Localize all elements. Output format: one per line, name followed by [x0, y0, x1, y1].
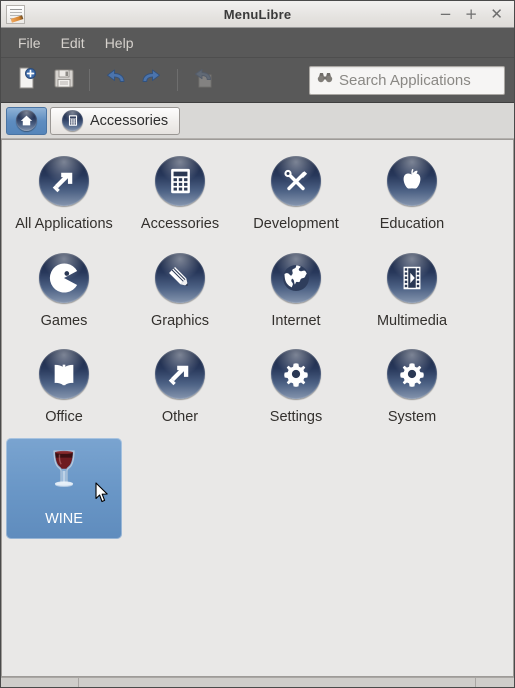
revert-icon — [190, 66, 216, 95]
gear-icon — [271, 349, 321, 400]
revert-button[interactable] — [186, 63, 220, 97]
window-controls: − + ✕ — [439, 6, 514, 22]
arrow-up-right-icon — [39, 156, 89, 206]
menu-edit[interactable]: Edit — [53, 32, 93, 54]
redo-arrow-icon — [139, 66, 165, 95]
category-label: Multimedia — [376, 312, 448, 329]
category-label: Graphics — [150, 312, 210, 329]
film-strip-play-icon — [387, 252, 437, 303]
category-grid-area: All Applications Accessories Development… — [1, 139, 514, 677]
category-games[interactable]: Games — [6, 245, 122, 342]
category-label: All Applications — [15, 216, 113, 232]
category-label: System — [387, 409, 437, 426]
breadcrumb: Accessories — [1, 103, 514, 139]
open-book-icon — [39, 349, 89, 400]
category-label: Development — [253, 216, 339, 232]
category-accessories[interactable]: Accessories — [122, 148, 238, 245]
category-settings[interactable]: Settings — [238, 341, 354, 438]
search-input[interactable]: Search Applications — [309, 65, 505, 95]
category-label: Accessories — [140, 216, 220, 232]
category-label: Office — [45, 409, 83, 426]
category-grid: All Applications Accessories Development… — [2, 140, 513, 540]
category-internet[interactable]: Internet — [238, 245, 354, 342]
category-other[interactable]: Other — [122, 341, 238, 438]
category-label: Games — [40, 312, 88, 329]
gear-icon — [387, 349, 437, 400]
status-segment-main — [79, 678, 476, 687]
maximize-button[interactable]: + — [465, 6, 478, 22]
floppy-disk-save-icon — [52, 66, 76, 95]
status-bar — [1, 677, 514, 687]
category-label: Settings — [269, 409, 323, 426]
status-segment-right — [476, 678, 514, 687]
breadcrumb-accessories-label: Accessories — [90, 112, 169, 129]
menulibre-icon — [6, 4, 25, 24]
tools-cross-icon — [271, 156, 321, 206]
status-segment-left — [1, 678, 79, 687]
breadcrumb-home[interactable] — [6, 106, 47, 135]
category-multimedia[interactable]: Multimedia — [354, 245, 470, 342]
binoculars-icon — [317, 71, 333, 89]
category-all-applications[interactable]: All Applications — [6, 148, 122, 245]
category-graphics[interactable]: Graphics — [122, 245, 238, 342]
category-wine[interactable]: WINE — [6, 437, 122, 540]
wine-glass-icon — [40, 446, 88, 501]
close-button[interactable]: ✕ — [490, 6, 503, 22]
window-title: MenuLibre — [223, 6, 292, 22]
breadcrumb-accessories[interactable]: Accessories — [50, 106, 181, 135]
redo-button[interactable] — [135, 63, 169, 97]
menu-bar: File Edit Help — [1, 28, 514, 58]
add-new-button[interactable] — [10, 63, 44, 97]
toolbar: Search Applications — [1, 58, 514, 103]
undo-arrow-icon — [102, 66, 128, 95]
minimize-button[interactable]: − — [439, 6, 452, 22]
pencil-icon — [155, 252, 205, 303]
calculator-icon — [62, 110, 83, 131]
category-office[interactable]: Office — [6, 341, 122, 438]
category-label: Other — [161, 409, 199, 426]
category-system[interactable]: System — [354, 341, 470, 438]
menu-help[interactable]: Help — [97, 32, 142, 54]
undo-button[interactable] — [98, 63, 132, 97]
category-label: Internet — [271, 312, 321, 329]
category-development[interactable]: Development — [238, 148, 354, 245]
mouse-cursor — [95, 482, 108, 502]
toolbar-separator-2 — [177, 69, 178, 91]
save-button[interactable] — [47, 63, 81, 97]
title-bar: MenuLibre − + ✕ — [1, 1, 514, 28]
calculator-icon — [155, 156, 205, 206]
category-label: Education — [379, 216, 445, 232]
search-placeholder: Search Applications — [339, 71, 471, 89]
menu-file[interactable]: File — [10, 32, 49, 54]
menulibre-window: MenuLibre − + ✕ File Edit Help Search Ap… — [0, 0, 515, 688]
apple-icon — [387, 156, 437, 206]
new-document-add-icon — [15, 66, 39, 95]
globe-icon — [271, 252, 321, 303]
toolbar-separator-1 — [89, 69, 90, 91]
category-education[interactable]: Education — [354, 148, 470, 245]
arrow-up-right-icon — [155, 349, 205, 400]
home-icon — [16, 110, 37, 131]
category-label: WINE — [45, 510, 83, 527]
pacman-icon — [39, 252, 89, 303]
